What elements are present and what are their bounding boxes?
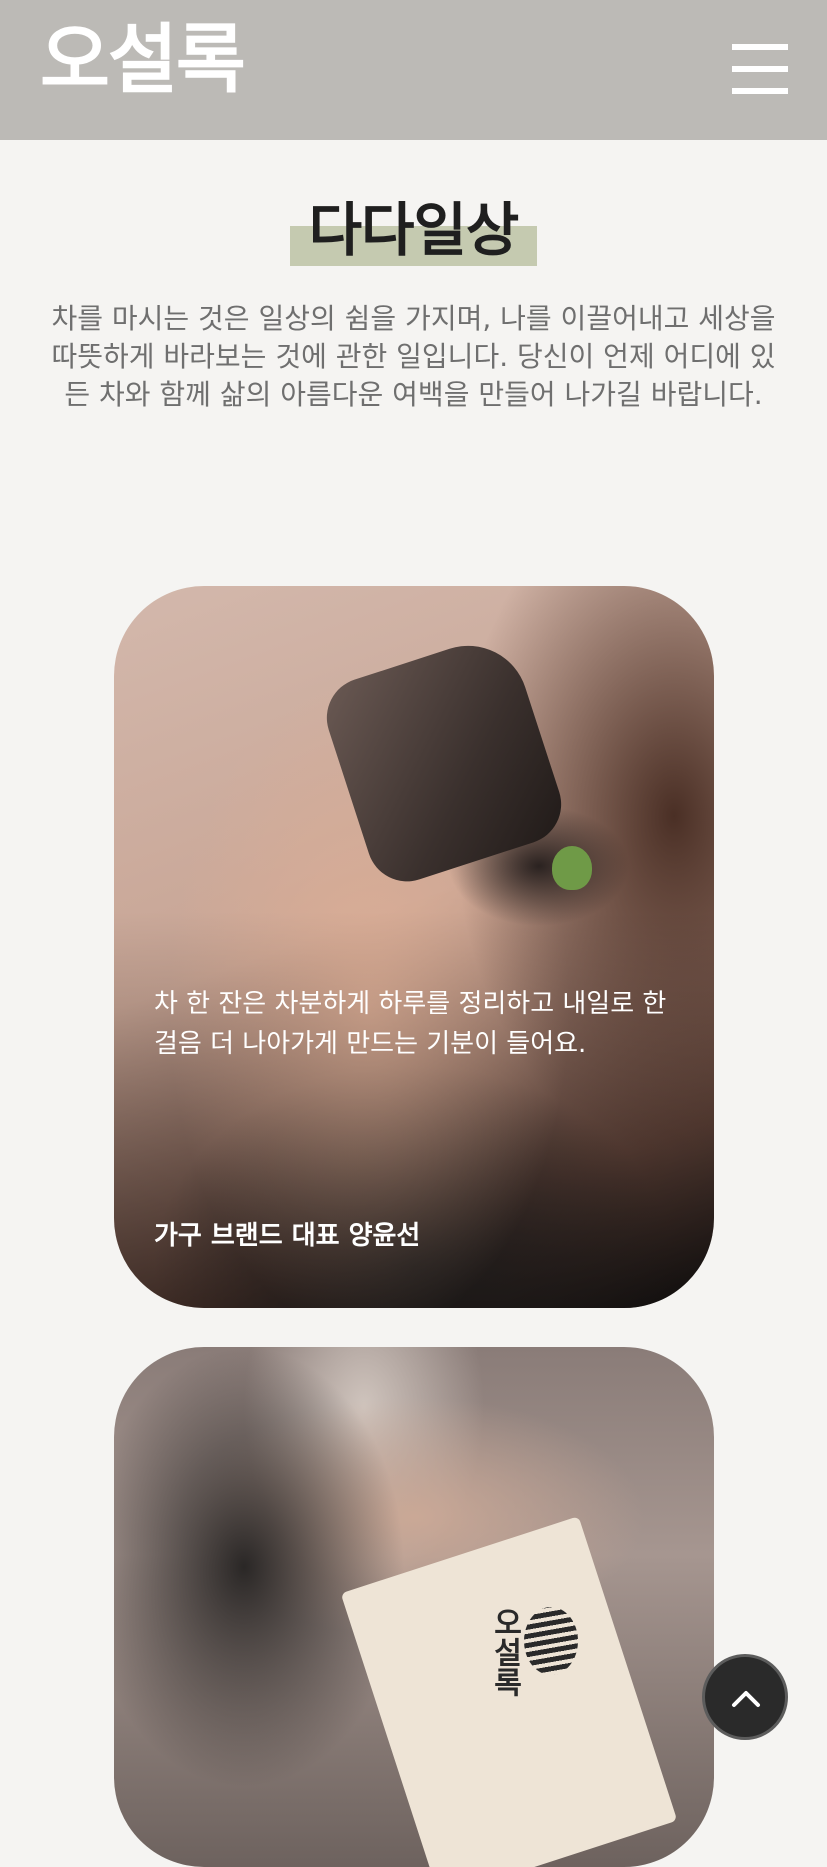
section-header: 다다일상 [0, 190, 827, 270]
logo[interactable]: 오설록 [40, 22, 246, 98]
section-title: 다다일상 [308, 196, 519, 264]
chevron-up-icon [732, 1691, 760, 1707]
scroll-to-top-button[interactable] [702, 1654, 788, 1740]
card-author: 가구 브랜드 대표 양윤선 [154, 1221, 421, 1251]
hamburger-icon [732, 44, 788, 50]
packet-label: 오설록 [487, 1607, 522, 1697]
story-card[interactable]: 차 한 잔은 차분하게 하루를 정리하고 내일로 한 걸음 더 나아가게 만드는… [114, 586, 714, 1308]
site-header: 오설록 [0, 0, 827, 140]
hamburger-icon-bar [732, 88, 788, 94]
card-photo: 오설록 [114, 1347, 714, 1867]
card-quote: 차 한 잔은 차분하게 하루를 정리하고 내일로 한 걸음 더 나아가게 만드는… [154, 989, 667, 1059]
hamburger-icon-bar [732, 66, 788, 72]
packet-logo-mark [524, 1607, 578, 1675]
story-card[interactable]: 오설록 [114, 1347, 714, 1867]
menu-button[interactable] [730, 44, 790, 96]
photo-overlay [114, 586, 714, 1308]
section-intro: 차를 마시는 것은 일상의 쉼을 가지며, 나를 이끌어내고 세상을 따뜻하게 … [51, 302, 776, 411]
